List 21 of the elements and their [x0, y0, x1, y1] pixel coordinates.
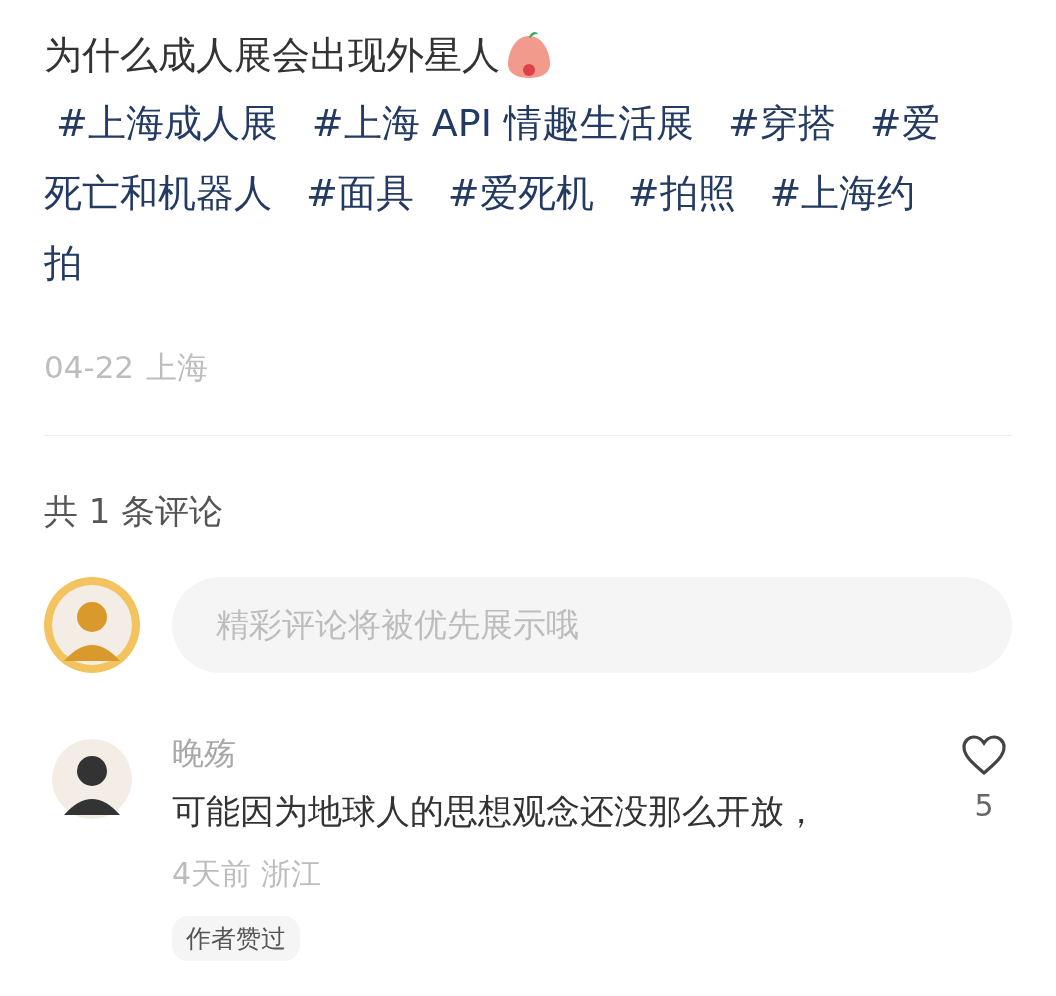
post-date: 04-22	[44, 348, 135, 387]
heart-icon[interactable]	[960, 732, 1008, 777]
comment-text: 可能因为地球人的思想观念还没那么开放，	[172, 789, 818, 833]
author-liked-tag: 作者赞过	[172, 915, 300, 961]
comment-count: 共 1 条评论	[44, 489, 225, 533]
hashtag-link[interactable]: 死亡和机器人	[44, 158, 272, 228]
hashtag-link[interactable]: #拍照	[627, 158, 736, 228]
comment-location: 浙江	[261, 854, 322, 893]
hashtag-link[interactable]: #面具	[306, 158, 414, 228]
comment-input-field[interactable]: 精彩评论将被优先展示哦	[172, 576, 1012, 673]
post-location: 上海	[146, 348, 209, 387]
hashtag-link[interactable]: 拍	[44, 228, 82, 298]
comment-time: 4天前	[172, 854, 252, 893]
hashtag-link[interactable]: #上海成人展	[56, 88, 278, 158]
post-title: 为什么成人展会出现外星人	[44, 32, 500, 79]
hashtag-link[interactable]: #上海约	[769, 158, 916, 228]
hashtag-link[interactable]: #爱死机	[447, 158, 594, 228]
hashtag-link[interactable]: #爱	[869, 88, 940, 158]
like-count: 5	[974, 786, 994, 825]
hashtag-link[interactable]: #穿搭	[727, 88, 836, 158]
hashtag-link[interactable]: #上海 API 情趣生活展	[311, 88, 694, 158]
